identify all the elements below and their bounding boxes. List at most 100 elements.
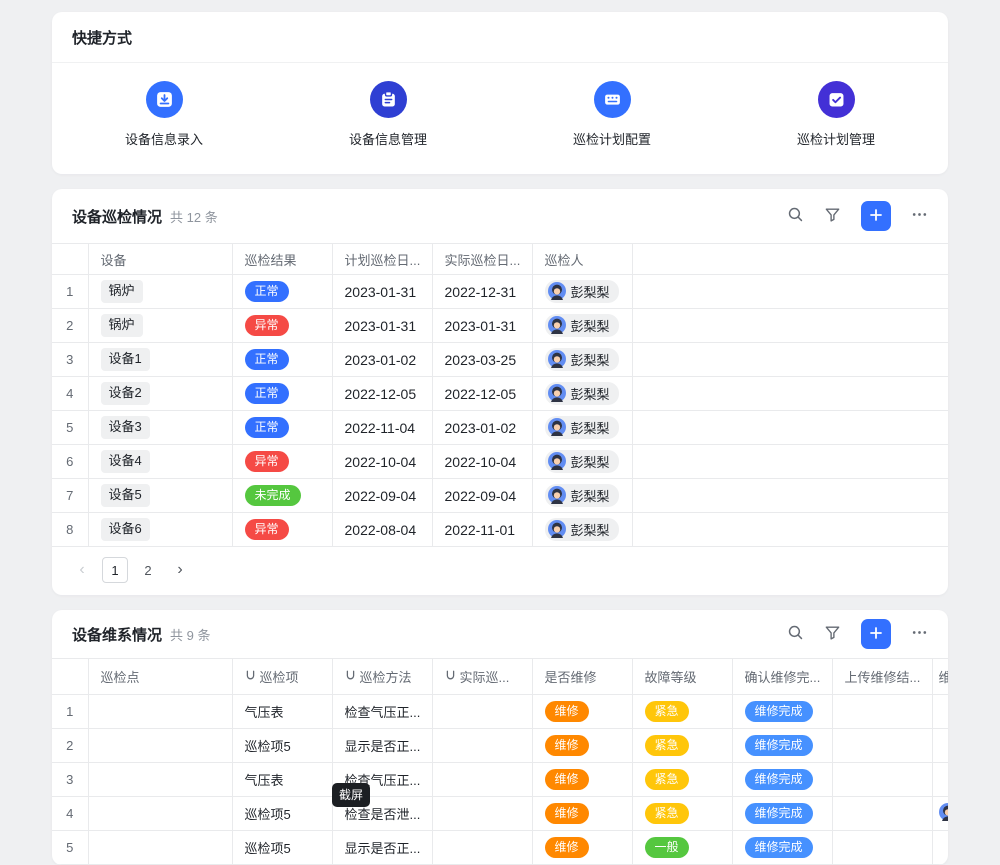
cell-upload[interactable] — [832, 831, 932, 865]
cell-cutoff[interactable] — [932, 695, 948, 729]
cell-actual-date[interactable]: 2022-10-04 — [432, 445, 532, 479]
column-item[interactable]: 巡检项 — [232, 659, 332, 695]
cell-method[interactable]: 显示是否正... — [332, 729, 432, 763]
cell-result[interactable]: 正常 — [232, 377, 332, 411]
table-row[interactable]: 7 设备5 未完成 2022-09-04 2022-09-04 彭梨梨 — [52, 479, 948, 513]
cell-actual[interactable] — [432, 797, 532, 831]
search-button[interactable] — [787, 624, 804, 644]
cell-repair[interactable]: 维修 — [532, 831, 632, 865]
table-row[interactable]: 4 设备2 正常 2022-12-05 2022-12-05 彭梨梨 — [52, 377, 948, 411]
column-level[interactable]: 故障等级 — [632, 659, 732, 695]
cell-planned-date[interactable]: 2022-09-04 — [332, 479, 432, 513]
column-repair[interactable]: 是否维修 — [532, 659, 632, 695]
cell-result[interactable]: 异常 — [232, 309, 332, 343]
cell-level[interactable]: 一般 — [632, 831, 732, 865]
cell-upload[interactable] — [832, 729, 932, 763]
shortcut-device-manage[interactable]: 设备信息管理 — [276, 81, 500, 148]
cell-level[interactable]: 紧急 — [632, 729, 732, 763]
cell-confirm[interactable]: 维修完成 — [732, 763, 832, 797]
more-button[interactable] — [911, 206, 928, 226]
shortcut-device-entry[interactable]: 设备信息录入 — [52, 81, 276, 148]
column-actual[interactable]: 实际巡... — [432, 659, 532, 695]
table-row[interactable]: 8 设备6 异常 2022-08-04 2022-11-01 彭梨梨 — [52, 513, 948, 547]
cell-inspector[interactable]: 彭梨梨 — [532, 343, 632, 377]
column-cutoff[interactable]: 维 — [932, 659, 948, 695]
column-planned-date[interactable]: 计划巡检日... — [332, 244, 432, 275]
cell-inspector[interactable]: 彭梨梨 — [532, 309, 632, 343]
prev-page-button[interactable]: ‹ — [70, 558, 94, 582]
cell-item[interactable]: 巡检项5 — [232, 729, 332, 763]
cell-item[interactable]: 气压表 — [232, 695, 332, 729]
cell-inspector[interactable]: 彭梨梨 — [532, 377, 632, 411]
cell-item[interactable]: 巡检项5 — [232, 831, 332, 865]
cell-result[interactable]: 未完成 — [232, 479, 332, 513]
cell-point[interactable] — [88, 797, 232, 831]
add-record-button[interactable] — [861, 619, 891, 649]
cell-actual-date[interactable]: 2023-01-31 — [432, 309, 532, 343]
column-inspector[interactable]: 巡检人 — [532, 244, 632, 275]
cell-planned-date[interactable]: 2023-01-31 — [332, 309, 432, 343]
cell-result[interactable]: 正常 — [232, 275, 332, 309]
cell-inspector[interactable]: 彭梨梨 — [532, 445, 632, 479]
cell-repair[interactable]: 维修 — [532, 729, 632, 763]
cell-device[interactable]: 设备1 — [88, 343, 232, 377]
cell-upload[interactable] — [832, 763, 932, 797]
cell-cutoff[interactable] — [932, 831, 948, 865]
filter-button[interactable] — [824, 624, 841, 644]
cell-inspector[interactable]: 彭梨梨 — [532, 275, 632, 309]
table-row[interactable]: 2 巡检项5 显示是否正... 维修 紧急 维修完成 — [52, 729, 948, 763]
cell-point[interactable] — [88, 831, 232, 865]
cell-confirm[interactable]: 维修完成 — [732, 831, 832, 865]
cell-upload[interactable] — [832, 797, 932, 831]
cell-actual[interactable] — [432, 763, 532, 797]
cell-actual-date[interactable]: 2022-12-31 — [432, 275, 532, 309]
table-row[interactable]: 3 设备1 正常 2023-01-02 2023-03-25 彭梨梨 — [52, 343, 948, 377]
cell-method[interactable]: 显示是否正... — [332, 831, 432, 865]
next-page-button[interactable]: › — [168, 558, 192, 582]
table-row[interactable]: 1 锅炉 正常 2023-01-31 2022-12-31 彭梨梨 — [52, 275, 948, 309]
cell-confirm[interactable]: 维修完成 — [732, 729, 832, 763]
more-button[interactable] — [911, 624, 928, 644]
column-upload[interactable]: 上传维修结... — [832, 659, 932, 695]
cell-level[interactable]: 紧急 — [632, 763, 732, 797]
column-point[interactable]: 巡检点 — [88, 659, 232, 695]
shortcut-plan-manage[interactable]: 巡检计划管理 — [724, 81, 948, 148]
cell-point[interactable] — [88, 729, 232, 763]
table-row[interactable]: 6 设备4 异常 2022-10-04 2022-10-04 彭梨梨 — [52, 445, 948, 479]
cell-planned-date[interactable]: 2022-10-04 — [332, 445, 432, 479]
cell-device[interactable]: 设备2 — [88, 377, 232, 411]
cell-actual-date[interactable]: 2022-11-01 — [432, 513, 532, 547]
cell-item[interactable]: 气压表 — [232, 763, 332, 797]
column-method[interactable]: 巡检方法 — [332, 659, 432, 695]
table-row[interactable]: 2 锅炉 异常 2023-01-31 2023-01-31 彭梨梨 — [52, 309, 948, 343]
cell-actual-date[interactable]: 2023-03-25 — [432, 343, 532, 377]
cell-method[interactable]: 检查气压正... — [332, 695, 432, 729]
page-1-button[interactable]: 1 — [102, 557, 128, 583]
cell-inspector[interactable]: 彭梨梨 — [532, 479, 632, 513]
cell-level[interactable]: 紧急 — [632, 797, 732, 831]
page-2-button[interactable]: 2 — [136, 558, 160, 582]
add-record-button[interactable] — [861, 201, 891, 231]
column-result[interactable]: 巡检结果 — [232, 244, 332, 275]
cell-inspector[interactable]: 彭梨梨 — [532, 411, 632, 445]
cell-actual[interactable] — [432, 831, 532, 865]
cell-inspector[interactable]: 彭梨梨 — [532, 513, 632, 547]
cell-cutoff[interactable] — [932, 729, 948, 763]
cell-confirm[interactable]: 维修完成 — [732, 695, 832, 729]
cell-result[interactable]: 异常 — [232, 445, 332, 479]
table-row[interactable]: 5 设备3 正常 2022-11-04 2023-01-02 彭梨梨 — [52, 411, 948, 445]
shortcut-plan-config[interactable]: 巡检计划配置 — [500, 81, 724, 148]
cell-device[interactable]: 锅炉 — [88, 309, 232, 343]
cell-upload[interactable] — [832, 695, 932, 729]
column-actual-date[interactable]: 实际巡检日... — [432, 244, 532, 275]
cell-actual[interactable] — [432, 695, 532, 729]
cell-repair[interactable]: 维修 — [532, 763, 632, 797]
cell-planned-date[interactable]: 2022-11-04 — [332, 411, 432, 445]
column-device[interactable]: 设备 — [88, 244, 232, 275]
cell-repair[interactable]: 维修 — [532, 797, 632, 831]
cell-device[interactable]: 设备3 — [88, 411, 232, 445]
table-row[interactable]: 4 巡检项5 检查是否泄... 维修 紧急 维修完成 — [52, 797, 948, 831]
cell-level[interactable]: 紧急 — [632, 695, 732, 729]
table-row[interactable]: 5 巡检项5 显示是否正... 维修 一般 维修完成 — [52, 831, 948, 865]
filter-button[interactable] — [824, 206, 841, 226]
